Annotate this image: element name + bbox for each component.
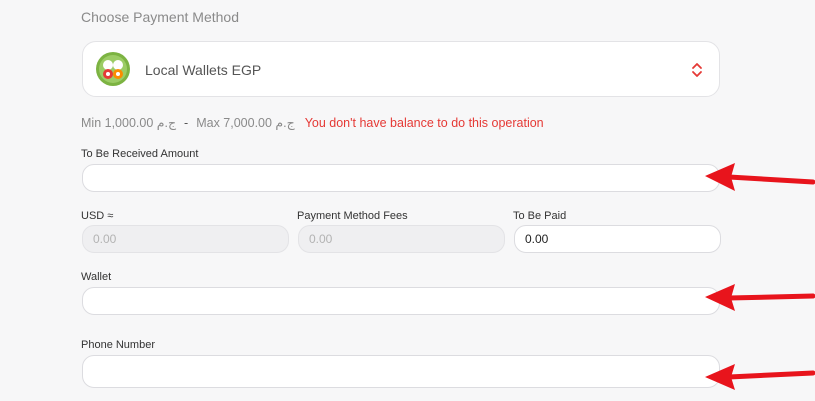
annotation-arrow-icon	[705, 364, 815, 390]
phone-number-input[interactable]	[82, 355, 720, 388]
section-title: Choose Payment Method	[81, 9, 239, 25]
fees-label: Payment Method Fees	[297, 210, 408, 222]
min-limit: Min 1,000.00 ج.م	[81, 116, 177, 130]
received-amount-input[interactable]	[82, 164, 720, 192]
max-limit: Max 7,000.00 ج.م	[196, 116, 295, 130]
payment-method-select[interactable]: Local Wallets EGP	[82, 41, 720, 97]
amount-limits: Min 1,000.00 ج.م - Max 7,000.00 ج.م You don…	[81, 115, 544, 130]
payment-form-page: Choose Payment Method Local Wallets EGP …	[0, 0, 815, 401]
to-be-paid-label: To Be Paid	[513, 210, 567, 222]
limit-separator: -	[184, 116, 189, 130]
usd-label: USD ≈	[81, 210, 114, 222]
annotation-arrow-icon	[705, 163, 815, 191]
received-amount-label: To Be Received Amount	[81, 148, 199, 160]
chevron-up-down-icon[interactable]	[691, 61, 703, 79]
phone-number-label: Phone Number	[81, 339, 155, 351]
annotation-arrow-icon	[705, 284, 815, 311]
fees-input	[298, 225, 505, 253]
local-wallets-logo-icon	[96, 52, 130, 86]
balance-error-message: You don't have balance to do this operat…	[304, 116, 544, 130]
payment-method-label: Local Wallets EGP	[145, 62, 262, 78]
usd-input	[82, 225, 289, 253]
to-be-paid-input[interactable]	[514, 225, 721, 253]
wallet-input[interactable]	[82, 287, 720, 315]
wallet-label: Wallet	[81, 271, 112, 283]
